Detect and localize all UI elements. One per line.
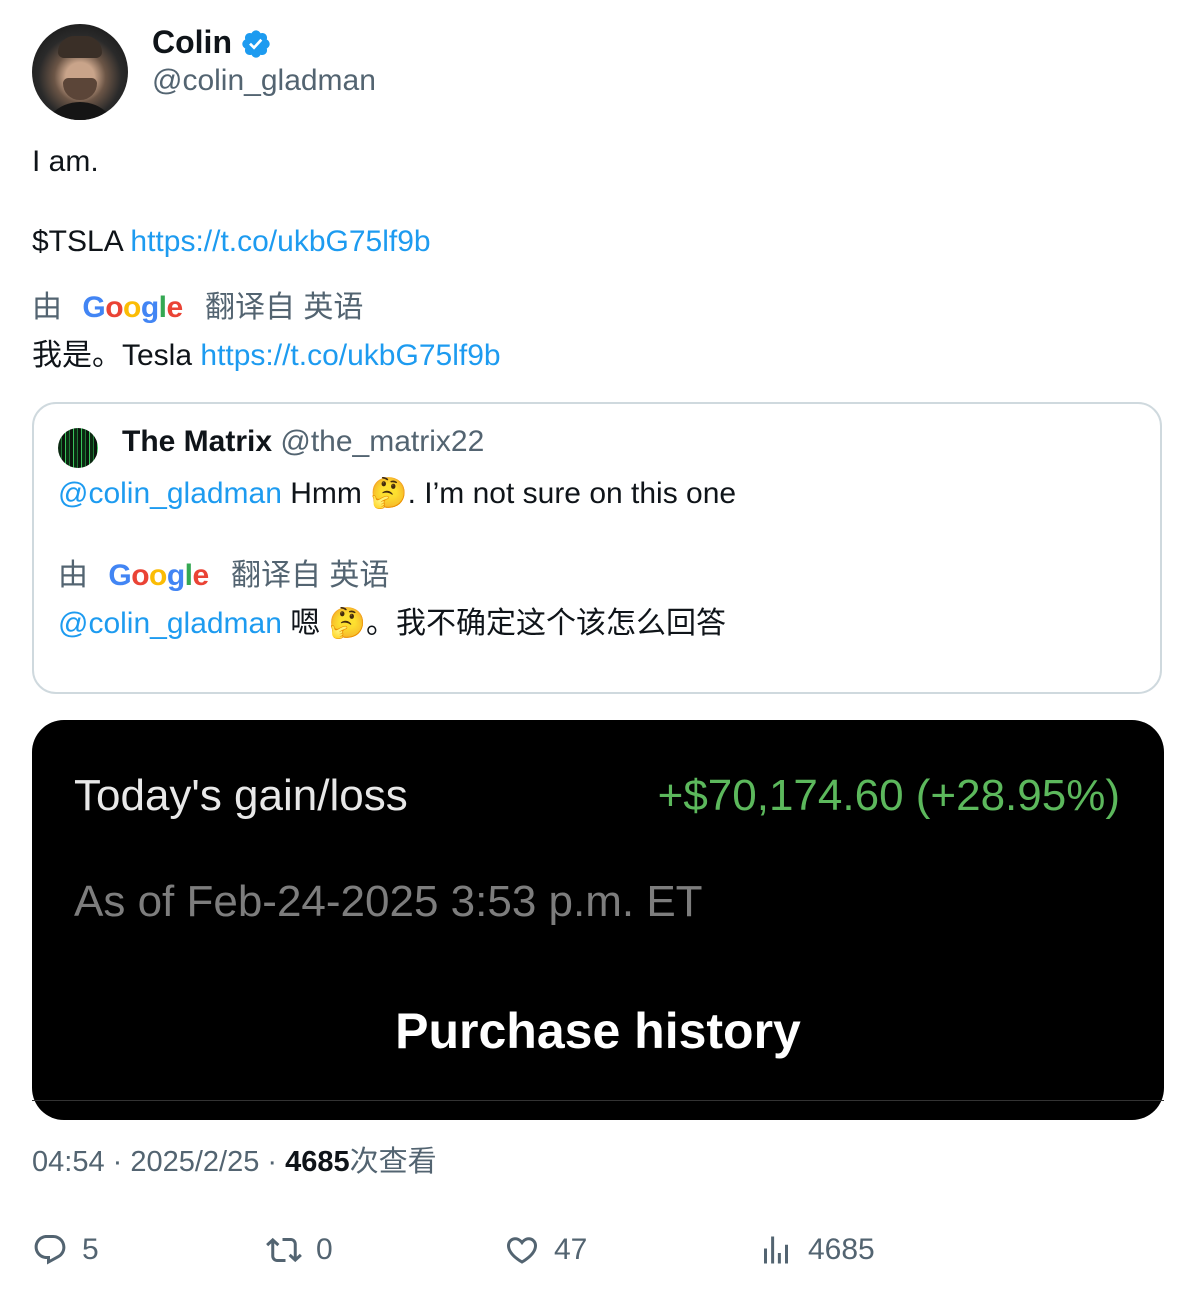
translation-label: 由 Google 翻译自 英语 <box>32 290 363 326</box>
like-count: 47 <box>554 1233 588 1266</box>
media-divider <box>32 1100 1164 1101</box>
meta-separator: · <box>259 1146 286 1178</box>
tweet-meta: 04:54 · 2025/2/25 · 4685次查看 <box>32 1144 437 1180</box>
translated-text: 我是。Tesla https://t.co/ukbG75lf9b <box>32 338 501 374</box>
quoted-author-avatar[interactable] <box>58 428 98 468</box>
media-purchase-history: Purchase history <box>395 1003 801 1059</box>
avatar-shoulders <box>40 102 120 120</box>
author-avatar[interactable] <box>32 24 128 120</box>
media-gain-value: +$70,174.60 (+28.95%) <box>657 771 1120 820</box>
view-suffix: 次查看 <box>349 1146 437 1178</box>
verified-badge-icon <box>242 30 270 58</box>
quoted-mention[interactable]: @colin_gladman <box>58 477 282 510</box>
quoted-text: @colin_gladman Hmm 🤔. I’m not sure on th… <box>58 476 736 512</box>
quoted-author-name[interactable]: The Matrix <box>122 425 272 458</box>
media-as-of: As of Feb-24-2025 3:53 p.m. ET <box>74 877 703 926</box>
repost-count: 0 <box>316 1233 333 1266</box>
google-logo: Google <box>82 291 183 324</box>
translated-body: 我是。Tesla <box>32 339 193 372</box>
avatar-beard <box>63 78 97 100</box>
author-name[interactable]: Colin <box>152 24 232 60</box>
quoted-translation-by: 由 <box>58 559 88 592</box>
reply-icon <box>34 1235 66 1265</box>
tweet-time[interactable]: 04:54 <box>32 1146 105 1178</box>
reply-count: 5 <box>82 1233 99 1266</box>
quoted-google-logo: Google <box>108 559 209 592</box>
tweet-text-line1: I am. <box>32 145 99 178</box>
author-handle[interactable]: @colin_gladman <box>152 64 376 98</box>
tweet-date[interactable]: 2025/2/25 <box>130 1146 259 1178</box>
quoted-translated-body: 嗯 🤔。我不确定这个该怎么回答 <box>290 607 726 640</box>
translation-from: 翻译自 英语 <box>205 291 364 324</box>
reply-button[interactable]: 5 <box>32 1230 99 1270</box>
translation-by: 由 <box>32 291 62 324</box>
views-count: 4685 <box>808 1233 875 1266</box>
translated-link[interactable]: https://t.co/ukbG75lf9b <box>200 339 500 372</box>
views-button[interactable]: 4685 <box>758 1230 875 1270</box>
meta-separator: · <box>104 1146 131 1178</box>
repost-button[interactable]: 0 <box>266 1230 333 1270</box>
quoted-translation-from: 翻译自 英语 <box>231 559 390 592</box>
media-gain-label: Today's gain/loss <box>74 771 408 820</box>
quoted-translated-text: @colin_gladman 嗯 🤔。我不确定这个该怎么回答 <box>58 606 726 642</box>
like-button[interactable]: 47 <box>504 1230 587 1270</box>
tweet-link[interactable]: https://t.co/ukbG75lf9b <box>130 225 430 258</box>
quoted-author-handle[interactable]: @the_matrix22 <box>280 425 484 458</box>
heart-icon <box>506 1237 538 1264</box>
analytics-icon <box>764 1236 788 1264</box>
view-count: 4685 <box>285 1146 350 1178</box>
tweet-text-line2: $TSLA https://t.co/ukbG75lf9b <box>32 224 431 260</box>
avatar-hair <box>58 36 102 58</box>
repost-icon <box>266 1237 302 1263</box>
cashtag[interactable]: $TSLA <box>32 225 122 258</box>
quoted-body: Hmm 🤔. I’m not sure on this one <box>290 477 737 510</box>
quoted-author: The Matrix @the_matrix22 <box>122 424 484 460</box>
quoted-translated-mention[interactable]: @colin_gladman <box>58 607 282 640</box>
quoted-translation-label: 由 Google 翻译自 英语 <box>58 558 389 594</box>
